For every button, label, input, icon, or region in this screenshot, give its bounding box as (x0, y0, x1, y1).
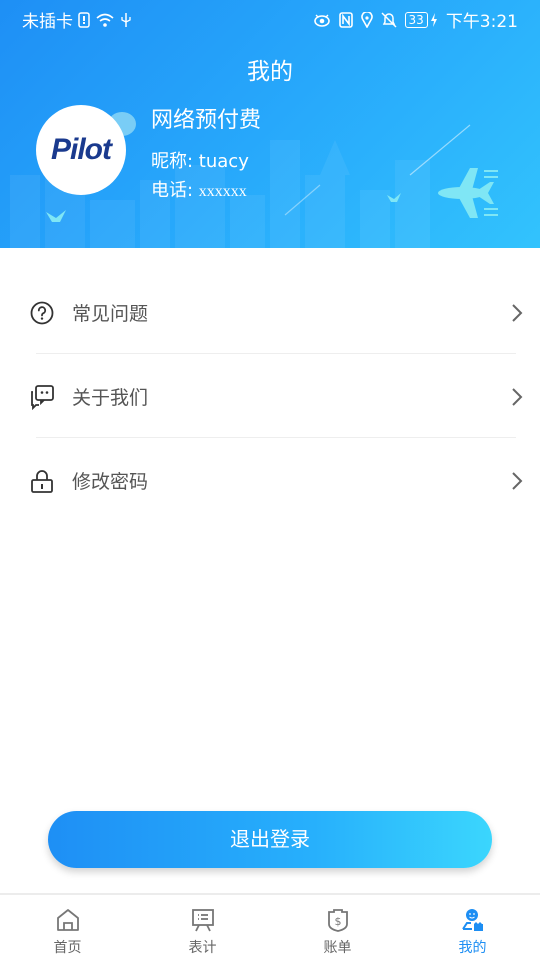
tab-profile[interactable]: 我的 (405, 895, 540, 962)
menu-item-label: 修改密码 (72, 471, 149, 493)
menu-item-change-password[interactable]: 修改密码 (0, 438, 540, 522)
airplane-icon (438, 168, 498, 218)
page-title: 我的 (247, 59, 293, 85)
settings-menu: 常见问题 关于我们 修改密码 (0, 270, 540, 522)
avatar[interactable]: Pilot (36, 105, 126, 195)
nickname-row: 昵称: tuacy (151, 147, 249, 173)
nickname-label: 昵称: (151, 151, 199, 172)
battery-icon: 33 (404, 11, 428, 28)
help-circle-icon (30, 301, 54, 325)
menu-item-about[interactable]: 关于我们 (0, 354, 540, 438)
logout-button[interactable]: 退出登录 (48, 811, 492, 868)
home-icon (56, 909, 79, 931)
wifi-icon (95, 12, 115, 28)
carrier-text: 未插卡 (22, 12, 73, 32)
tab-meter[interactable]: 表计 (135, 895, 270, 962)
chevron-right-icon (512, 472, 523, 490)
chevron-right-icon (512, 304, 523, 322)
lock-icon (31, 470, 53, 493)
phone-value: xxxxxx (198, 183, 247, 200)
tab-bill[interactable]: $ 账单 (270, 895, 405, 962)
usb-icon (120, 12, 132, 28)
chevron-right-icon (512, 388, 523, 406)
eye-icon (313, 13, 331, 27)
status-bar: 未插卡 33 下午3:21 (0, 0, 540, 36)
nickname-value: tuacy (198, 151, 249, 172)
profile-icon (461, 909, 483, 931)
meter-icon (191, 909, 214, 932)
avatar-logo: Pilot (51, 133, 112, 166)
tab-label: 首页 (53, 940, 82, 956)
bill-icon: $ (327, 909, 348, 932)
svg-text:$: $ (334, 915, 341, 928)
menu-item-faq[interactable]: 常见问题 (0, 270, 540, 354)
menu-item-label: 关于我们 (72, 387, 149, 409)
charging-icon (430, 12, 438, 27)
tab-label: 账单 (323, 940, 352, 956)
location-icon (360, 11, 373, 28)
user-name: 网络预付费 (151, 108, 262, 133)
bottom-tab-bar: 首页 表计 $ 账单 我的 (0, 893, 540, 962)
tab-label: 表计 (188, 940, 217, 956)
phone-row: 电话: xxxxxx (151, 176, 247, 202)
nfc-icon (338, 11, 353, 28)
tab-home[interactable]: 首页 (0, 895, 135, 962)
sim-icon (78, 11, 90, 28)
mute-icon (381, 11, 397, 28)
profile-header: 未插卡 33 下午3:21 我的 Pilot 网络预付费 昵称: tuacy 电… (0, 0, 540, 248)
clock: 下午3:21 (445, 12, 518, 32)
menu-item-label: 常见问题 (72, 303, 149, 325)
chat-icon (31, 385, 54, 410)
tab-label: 我的 (458, 940, 487, 956)
phone-label: 电话: (151, 180, 199, 201)
